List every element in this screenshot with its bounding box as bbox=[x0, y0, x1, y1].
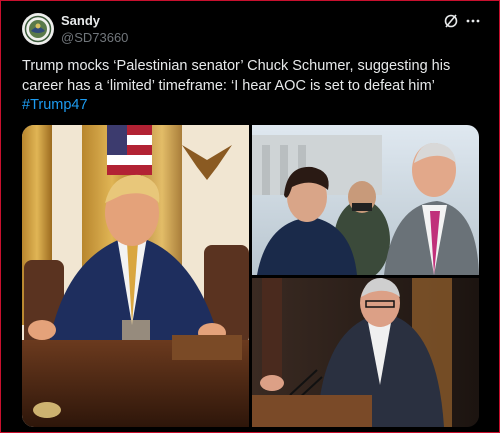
hashtag-link[interactable]: #Trump47 bbox=[22, 97, 88, 113]
more-icon[interactable] bbox=[464, 12, 482, 30]
avatar[interactable] bbox=[22, 13, 54, 45]
post-card[interactable]: Sandy @SD73660 Trump mocks ‘Palestinian … bbox=[0, 0, 500, 433]
trump-photo[interactable] bbox=[22, 125, 249, 427]
media-grid[interactable] bbox=[22, 125, 479, 427]
author-handle[interactable]: @SD73660 bbox=[61, 30, 128, 45]
post-body: Trump mocks ‘Palestinian senator’ Chuck … bbox=[22, 58, 451, 94]
avatar-emblem-icon bbox=[23, 14, 53, 44]
post-text: Trump mocks ‘Palestinian senator’ Chuck … bbox=[22, 57, 482, 116]
author-name[interactable]: Sandy bbox=[61, 13, 100, 28]
schumer-podium-photo[interactable] bbox=[252, 277, 479, 427]
grok-icon[interactable] bbox=[442, 12, 460, 30]
aoc-schumer-photo[interactable] bbox=[252, 125, 479, 280]
